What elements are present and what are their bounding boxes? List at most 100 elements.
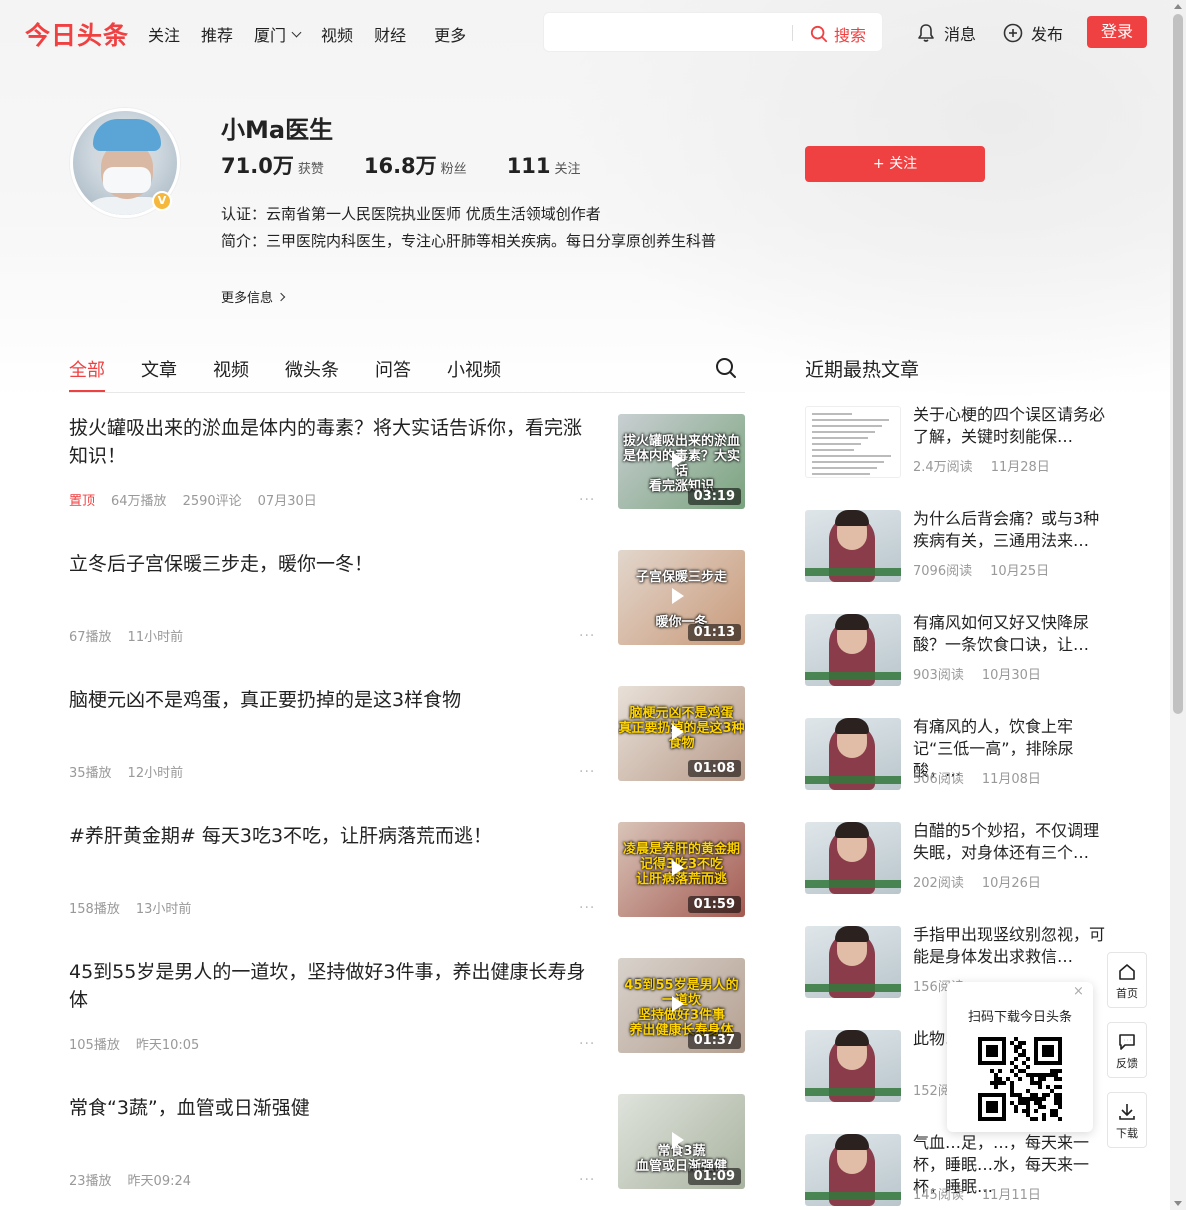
search-divider — [792, 25, 793, 41]
download-button[interactable]: 下载 — [1107, 1092, 1147, 1148]
tab-articles[interactable]: 文章 — [141, 356, 177, 382]
video-thumbnail[interactable]: 脑梗元凶不是鸡蛋 真正要扔掉的是这3种食物 01:08 — [618, 686, 745, 781]
hot-article-meta: 2.4万阅读 11月28日 — [913, 456, 1068, 475]
feed-item[interactable]: 45到55岁是男人的一道坎，坚持做好3件事，养出健康长寿身体 105播放 昨天10… — [69, 958, 745, 1054]
read-count: 202阅读 — [913, 876, 964, 891]
feed-title[interactable]: 常食“3蔬”，血管或日渐强健 — [69, 1094, 599, 1122]
publish-link[interactable]: 发布 — [1003, 21, 1063, 45]
qr-download-popup: × 扫码下载今日头条 — [947, 982, 1093, 1132]
chevron-right-icon — [276, 292, 286, 301]
tab-all[interactable]: 全部 — [69, 356, 105, 392]
nav-item-more[interactable]: 更多 — [434, 22, 466, 46]
feed-meta: 105播放 昨天10:05 — [69, 1034, 215, 1053]
more-options-icon[interactable]: ··· — [579, 1036, 595, 1052]
stat-following[interactable]: 111 关注 — [507, 154, 581, 178]
feed-item[interactable]: 拔火罐吸出来的淤血是体内的毒素？将大实话告诉你，看完涨知识！ 置顶 64万播放 25… — [69, 414, 745, 510]
more-options-icon[interactable]: ··· — [579, 900, 595, 916]
search-input[interactable] — [554, 21, 784, 45]
search-button-label: 搜索 — [834, 26, 867, 45]
more-options-icon[interactable]: ··· — [579, 492, 595, 508]
tab-qa[interactable]: 问答 — [375, 356, 411, 382]
feed-title[interactable]: 45到55岁是男人的一道坎，坚持做好3件事，养出健康长寿身体 — [69, 958, 599, 1014]
hot-article-item[interactable]: 有痛风的人，饮食上牢记“三低一高”，排除尿酸，… 506阅读 11月08日 — [805, 717, 1105, 790]
feed-title[interactable]: 脑梗元凶不是鸡蛋，真正要扔掉的是这3样食物 — [69, 686, 599, 714]
read-count: 903阅读 — [913, 668, 964, 683]
tab-micro-posts[interactable]: 微头条 — [285, 356, 339, 382]
search-button[interactable]: 搜索 — [810, 22, 866, 46]
scroll-down-arrow-icon[interactable] — [1174, 1201, 1182, 1206]
feed-item[interactable]: 脑梗元凶不是鸡蛋，真正要扔掉的是这3样食物 35播放 12小时前 ··· 脑梗元凶… — [69, 686, 745, 782]
more-info-label: 更多信息 — [221, 291, 274, 306]
hot-article-title[interactable]: 手指甲出现竖纹别忽视，可能是身体发出求救信… — [913, 924, 1105, 968]
stat-likes: 71.0万 获赞 — [221, 154, 324, 178]
feed-meta: 23播放 昨天09:24 — [69, 1170, 207, 1189]
video-thumbnail[interactable]: 子宫保暖三步走 暖你一冬 01:13 — [618, 550, 745, 645]
messages-link[interactable]: 消息 — [916, 21, 976, 45]
verified-badge-icon: V — [152, 191, 172, 211]
feed-meta-value: 11小时前 — [127, 630, 184, 645]
video-thumbnail[interactable]: 拔火罐吸出来的淤血 是体内的毒素？大实话 看完涨知识 03:19 — [618, 414, 745, 509]
stat-fans[interactable]: 16.8万 粉丝 — [364, 150, 467, 180]
read-count: 2.4万阅读 — [913, 460, 973, 475]
feed-title[interactable]: 立冬后子宫保暖三步走，暖你一冬！ — [69, 550, 599, 578]
hot-articles-title: 近期最热文章 — [805, 359, 920, 381]
feed-item[interactable]: 立冬后子宫保暖三步走，暖你一冬！ 67播放 11小时前 ··· 子宫保暖三步走 暖… — [69, 550, 745, 646]
article-thumbnail — [805, 718, 901, 790]
hot-article-title[interactable]: 关于心梗的四个误区请务必了解，关键时刻能保… — [913, 404, 1105, 448]
nav-item-recommend[interactable]: 推荐 — [201, 22, 233, 46]
play-icon — [672, 860, 684, 876]
profile-name: 小Ma医生 — [221, 116, 334, 144]
tab-short-videos[interactable]: 小视频 — [447, 356, 501, 382]
hot-article-item[interactable]: 为什么后背会痛？或与3种疾病有关，三通用法来… 7096阅读 10月25日 — [805, 508, 1105, 582]
hot-article-title[interactable]: 白醋的5个妙招，不仅调理失眠，对身体还有三个… — [913, 820, 1105, 864]
article-date: 11月08日 — [981, 772, 1041, 787]
more-options-icon[interactable]: ··· — [579, 764, 595, 780]
hot-article-item[interactable]: 白醋的5个妙招，不仅调理失眠，对身体还有三个… 202阅读 10月26日 — [805, 820, 1105, 894]
scroll-thumb[interactable] — [1173, 14, 1183, 714]
search-box: 搜索 — [543, 12, 883, 52]
home-button[interactable]: 首页 — [1107, 952, 1147, 1008]
play-icon — [672, 724, 684, 740]
play-icon — [672, 1132, 684, 1148]
video-duration: 03:19 — [687, 488, 741, 505]
video-thumbnail[interactable]: 凌晨是养肝的黄金期 记得3吃3不吃 让肝病落荒而逃 01:59 — [618, 822, 745, 917]
tab-videos[interactable]: 视频 — [213, 356, 249, 382]
feed-meta-value: 23播放 — [69, 1174, 112, 1189]
scroll-up-arrow-icon[interactable] — [1174, 4, 1182, 9]
video-thumbnail[interactable]: 45到55岁是男人的一道坎 坚持做好3件事 养出健康长寿身体 01:37 — [618, 958, 745, 1053]
article-thumbnail — [805, 926, 901, 998]
search-icon — [810, 25, 828, 43]
nav-item-finance[interactable]: 财经 — [374, 22, 406, 46]
nav-item-video[interactable]: 视频 — [321, 22, 353, 46]
hot-article-item[interactable]: 关于心梗的四个误区请务必了解，关键时刻能保… 2.4万阅读 11月28日 — [805, 404, 1105, 478]
video-thumbnail[interactable]: 常食3蔬 血管或日渐强健 01:09 — [618, 1094, 745, 1189]
feed-item[interactable]: #养肝黄金期# 每天3吃3不吃，让肝病落荒而逃！ 158播放 13小时前 ··· … — [69, 822, 745, 918]
hot-article-item[interactable]: 有痛风如何又好又快降尿酸？一条饮食口诀，让… 903阅读 10月30日 — [805, 612, 1105, 686]
close-icon[interactable]: × — [1073, 984, 1084, 999]
feed-title[interactable]: #养肝黄金期# 每天3吃3不吃，让肝病落荒而逃！ — [69, 822, 599, 850]
hot-article-title[interactable]: 为什么后背会痛？或与3种疾病有关，三通用法来… — [913, 508, 1105, 552]
toutiao-logo[interactable]: 今日头条 — [25, 16, 129, 52]
page-scrollbar[interactable] — [1170, 0, 1186, 1210]
login-button[interactable]: 登录 — [1087, 16, 1147, 48]
more-options-icon[interactable]: ··· — [579, 1172, 595, 1188]
video-duration: 01:08 — [687, 760, 741, 777]
read-count: 145阅读 — [913, 1188, 964, 1203]
read-count: 506阅读 — [913, 772, 964, 787]
search-icon[interactable] — [715, 357, 737, 379]
feed-title[interactable]: 拔火罐吸出来的淤血是体内的毒素？将大实话告诉你，看完涨知识！ — [69, 414, 599, 470]
nav-item-city[interactable]: 厦门 — [254, 22, 302, 46]
hot-article-meta: 903阅读 10月30日 — [913, 664, 1059, 683]
hot-article-meta: 145阅读 11月11日 — [913, 1184, 1059, 1203]
hot-article-title[interactable]: 有痛风如何又好又快降尿酸？一条饮食口诀，让… — [913, 612, 1105, 656]
article-date: 11月28日 — [990, 460, 1050, 475]
follow-button[interactable]: + 关注 — [805, 146, 985, 182]
more-options-icon[interactable]: ··· — [579, 628, 595, 644]
hot-article-item[interactable]: 气血…足，…，每天来一杯，睡眠…水，每天来一杯，睡眠… 145阅读 11月11日 — [805, 1133, 1105, 1206]
feed-item[interactable]: 常食“3蔬”，血管或日渐强健 23播放 昨天09:24 ··· 常食3蔬 血管或日… — [69, 1094, 745, 1190]
nav-item-follow[interactable]: 关注 — [148, 22, 180, 46]
read-count: 7096阅读 — [913, 564, 973, 579]
feed-meta-value: 昨天10:05 — [135, 1038, 200, 1053]
more-info-link[interactable]: 更多信息 — [221, 287, 286, 306]
feedback-button[interactable]: 反馈 — [1107, 1022, 1147, 1078]
